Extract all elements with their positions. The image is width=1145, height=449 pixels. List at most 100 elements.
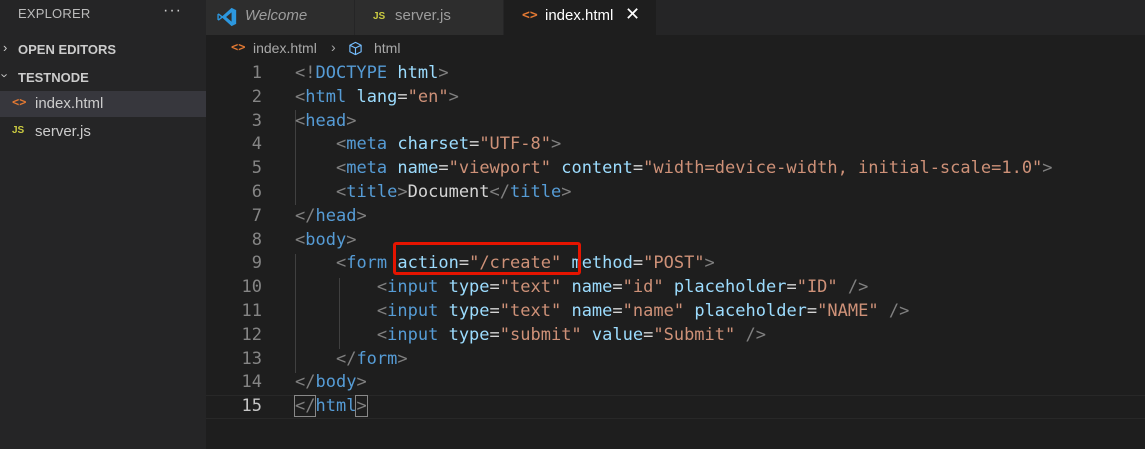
tab-index-html[interactable]: <> index.html ✕ [504,0,657,35]
code-editor[interactable]: 1 <!DOCTYPE html> 2 <html lang="en"> 3 <head>… [206,61,1145,449]
code-line[interactable]: 13 </form> [206,348,1145,372]
code-line[interactable]: 14 </body> [206,371,1145,395]
code-token: </ [293,395,317,418]
code-line[interactable]: 2 <html lang="en"> [206,86,1145,110]
code-token: /> [847,277,869,298]
code-line[interactable]: 12 <input type="submit" value="Submit" /… [206,324,1145,348]
section-testnode[interactable]: › TESTNODE [0,66,206,90]
code-token: > [1042,158,1053,179]
code-token: </ [295,372,316,393]
line-number: 11 [241,301,262,321]
code-token: html [305,86,347,107]
code-token: form [356,348,398,369]
code-token: name [571,301,613,321]
tab-server-js[interactable]: JS server.js [355,0,504,35]
chevron-right-icon: › [3,40,8,55]
code-token: input [387,301,439,321]
code-token: html [397,63,439,83]
file-item-index-html[interactable]: <> index.html [0,91,206,117]
js-file-icon: JS [12,125,25,136]
code-token: value [591,324,644,345]
code-token: name [571,277,613,298]
breadcrumb-file[interactable]: index.html [253,40,317,56]
code-line[interactable]: 7 </head> [206,205,1145,229]
code-token: < [335,134,347,155]
tab-welcome[interactable]: Welcome [206,0,355,35]
code-line[interactable]: 4 <meta charset="UTF-8"> [206,133,1145,157]
code-token: "submit" [499,324,582,345]
code-token: > [550,134,562,155]
code-token: type [448,277,490,298]
code-text: <body> [295,230,356,250]
code-line[interactable]: 5 <meta name="viewport" content="width=d… [206,157,1145,181]
code-line[interactable]: 6 <title>Document</title> [206,181,1145,205]
code-line[interactable]: 10 <input type="text" name="id" placehol… [206,276,1145,300]
code-token: < [335,182,347,202]
code-token: < [295,110,306,131]
code-line[interactable]: 3 <head> [206,110,1145,134]
code-text: <html lang="en"> [295,87,459,107]
file-item-server-js[interactable]: JS server.js [0,119,206,145]
code-line[interactable]: 15 </html> [206,395,1145,419]
code-token: "width=device-width, initial-scale=1.0" [643,158,1043,179]
code-token: > [438,63,449,83]
code-token: > [397,182,408,202]
code-token: < [376,324,388,345]
code-text: <title>Document</title> [295,182,572,202]
code-token: < [335,253,347,274]
code-token: > [448,86,459,107]
highlight-annotation-box [393,242,581,275]
code-token: < [295,229,306,250]
code-token: head [305,110,347,131]
code-text: <meta name="viewport" content="width=dev… [295,158,1053,178]
code-token: > [355,395,368,418]
code-line[interactable]: 1 <!DOCTYPE html> [206,62,1145,86]
code-token: < [376,277,388,298]
code-text: <!DOCTYPE html> [295,63,449,83]
html-file-icon: <> [12,95,27,109]
breadcrumb-element[interactable]: html [374,40,400,56]
tab-bar: Welcome JS server.js <> index.html ✕ [206,0,1145,35]
code-line[interactable]: 8 <body> [206,229,1145,253]
code-token: "text" [499,301,562,321]
code-token: input [387,277,439,298]
code-token: > [704,253,715,274]
code-token: meta [346,158,388,179]
code-token: title [510,182,562,202]
code-token: = [632,158,644,179]
html-file-icon: <> [231,40,246,54]
section-open-editors[interactable]: › OPEN EDITORS [0,38,206,62]
code-token: "text" [499,277,562,298]
cube-icon [349,41,362,56]
line-number: 2 [251,86,262,107]
code-token: meta [346,134,388,155]
code-token: "name" [622,301,685,321]
code-token: type [448,301,490,321]
code-line[interactable]: 9 <form action="/create" method="POST"> [206,252,1145,276]
code-line[interactable]: 11 <input type="text" name="name" placeh… [206,300,1145,324]
close-icon[interactable]: ✕ [625,4,640,25]
code-token: = [489,301,500,321]
line-number: 4 [251,134,262,155]
code-token: DOCTYPE [315,63,388,83]
file-label: server.js [35,123,91,140]
section-label: OPEN EDITORS [18,42,117,57]
code-token: body [315,372,357,393]
html-file-icon: <> [522,8,538,23]
more-actions-icon[interactable]: ··· [163,2,182,20]
line-number: 9 [251,253,262,274]
